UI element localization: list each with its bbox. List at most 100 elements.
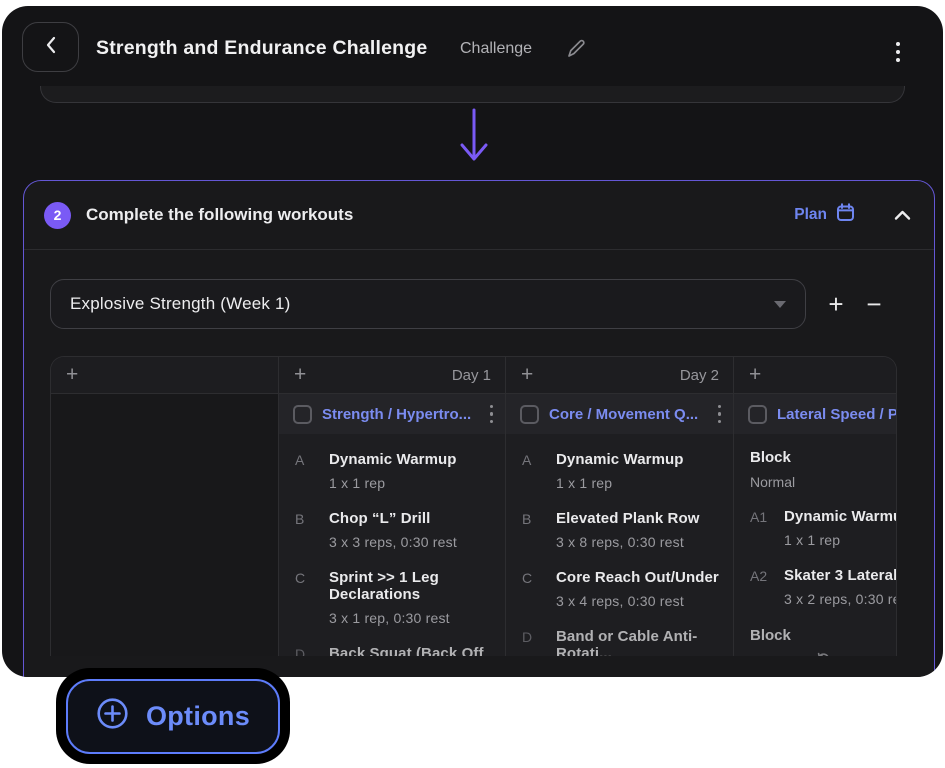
week-select-value: Explosive Strength (Week 1) (70, 294, 291, 314)
workout-checkbox[interactable] (748, 405, 767, 424)
exercise-name: Band or Cable Anti-Rotati... (556, 628, 721, 656)
add-workout-icon[interactable]: + (294, 364, 306, 385)
exercise-row[interactable]: B Chop “L” Drill 3 x 3 reps, 0:30 rest (279, 500, 505, 559)
plan-link[interactable]: Plan (794, 203, 855, 227)
grid-column-header: + (51, 357, 278, 394)
add-workout-icon[interactable]: + (749, 364, 761, 385)
exercise-detail: 1 x 1 rep (784, 532, 897, 548)
exercise-row[interactable]: A Dynamic Warmup 1 x 1 rep (279, 441, 505, 500)
exercise-tag: A2 (750, 567, 784, 607)
exercise-name: Dynamic Warmup (556, 451, 684, 468)
exercise-row[interactable]: C Core Reach Out/Under 3 x 4 reps, 0:30 … (506, 559, 733, 618)
options-button[interactable]: Options (66, 679, 280, 754)
grid-column-day2: + Day 2 Core / Movement Q... (506, 357, 734, 656)
empty-day-cell (51, 394, 278, 656)
plan-label: Plan (794, 206, 827, 224)
step-header: 2 Complete the following workouts Plan (24, 181, 934, 250)
exercise-tag: C (522, 569, 556, 609)
app-window: Strength and Endurance Challenge Challen… (2, 6, 943, 677)
step-number-badge: 2 (44, 202, 71, 229)
exercise-list: Block Normal A1 Dynamic Warmup 1 x 1 rep… (734, 434, 897, 656)
page-title: Strength and Endurance Challenge (96, 37, 427, 60)
add-week-button[interactable]: + (817, 284, 855, 324)
exercise-name: Dynamic Warmup (784, 508, 897, 525)
workout-checkbox[interactable] (293, 405, 312, 424)
exercise-tag: A1 (750, 508, 784, 548)
exercise-row[interactable]: D Back Squat (Back Off Set) 5 x 5 reps 0… (279, 635, 505, 656)
week-selector-row: Explosive Strength (Week 1) + − (50, 279, 934, 329)
workout-grid: + + Day 1 Strength / Hypertro... (50, 356, 897, 656)
exercise-row[interactable]: B Elevated Plank Row 3 x 8 reps, 0:30 re… (506, 500, 733, 559)
exercise-row[interactable]: C Sprint >> 1 Leg Declarations 3 x 1 rep… (279, 559, 505, 635)
block-label: Block (750, 627, 897, 644)
pencil-icon[interactable] (564, 37, 588, 66)
caret-down-icon (774, 301, 786, 308)
exercise-row[interactable]: A1 Dynamic Warmup 1 x 1 rep (734, 498, 897, 557)
block-type: Superset (750, 652, 897, 656)
exercise-detail: 3 x 4 reps, 0:30 rest (556, 593, 719, 609)
workout-checkbox[interactable] (520, 405, 539, 424)
exercise-name: Skater 3 Lateral Ho (784, 567, 897, 584)
top-bar: Strength and Endurance Challenge Challen… (2, 6, 943, 94)
exercise-row[interactable]: D Band or Cable Anti-Rotati... 5 x 5 rep… (506, 618, 733, 656)
add-workout-icon[interactable]: + (66, 364, 78, 385)
step-card: 2 Complete the following workouts Plan (23, 180, 935, 677)
week-select[interactable]: Explosive Strength (Week 1) (50, 279, 806, 329)
exercise-tag: C (295, 569, 329, 626)
workout-menu-icon[interactable] (718, 405, 722, 424)
exercise-detail: 1 x 1 rep (329, 475, 457, 491)
workout-title[interactable]: Lateral Speed / Ply (777, 406, 897, 423)
exercise-name: Back Squat (Back Off Set) (329, 645, 493, 656)
workout-card-day2[interactable]: Core / Movement Q... A Dynamic Warmup 1 … (506, 394, 733, 656)
exercise-tag: A (295, 451, 329, 491)
block-type: Normal (750, 474, 897, 490)
exercise-detail: 3 x 3 reps, 0:30 rest (329, 534, 457, 550)
flow-arrow-down-icon (457, 106, 491, 175)
step-title: Complete the following workouts (86, 205, 353, 225)
exercise-list: A Dynamic Warmup 1 x 1 rep B Chop “L” Dr… (279, 434, 505, 656)
chevron-left-icon (44, 34, 58, 61)
block-header: Block Normal (734, 438, 897, 498)
more-menu-icon[interactable] (896, 42, 900, 62)
exercise-name: Chop “L” Drill (329, 510, 457, 527)
workout-card-header: Strength / Hypertro... (279, 394, 505, 434)
options-button-label: Options (146, 701, 250, 732)
exercise-name: Core Reach Out/Under (556, 569, 719, 586)
add-workout-icon[interactable]: + (521, 364, 533, 385)
exercise-detail: 1 x 1 rep (556, 475, 684, 491)
exercise-list: A Dynamic Warmup 1 x 1 rep B Elevated Pl… (506, 434, 733, 656)
previous-step-card-edge (40, 86, 905, 103)
exercise-row[interactable]: A2 Skater 3 Lateral Ho 3 x 2 reps, 0:30 … (734, 557, 897, 616)
exercise-detail: 3 x 2 reps, 0:30 re (784, 591, 897, 607)
workout-card-day1[interactable]: Strength / Hypertro... A Dynamic Warmup … (279, 394, 505, 656)
block-label: Block (750, 449, 897, 466)
workout-menu-icon[interactable] (490, 405, 494, 424)
back-button[interactable] (22, 22, 79, 72)
grid-column-day3: + Lateral Speed / Ply Block Normal (734, 357, 897, 656)
options-button-highlight-ring: Options (56, 668, 290, 764)
workout-card-header: Core / Movement Q... (506, 394, 733, 434)
workout-card-day3[interactable]: Lateral Speed / Ply Block Normal A1 Dyna… (734, 394, 897, 656)
exercise-tag: D (295, 645, 329, 656)
step-body: Explosive Strength (Week 1) + − + (24, 250, 934, 656)
grid-column-unassigned: + (51, 357, 279, 656)
exercise-detail: 3 x 8 reps, 0:30 rest (556, 534, 700, 550)
collapse-section-button[interactable] (893, 209, 912, 221)
remove-week-button[interactable]: − (855, 284, 893, 324)
page-type-label: Challenge (460, 40, 532, 58)
day-label: Day 1 (452, 367, 491, 384)
grid-column-header: + (734, 357, 897, 394)
calendar-icon (836, 203, 855, 227)
exercise-detail: 3 x 1 rep, 0:30 rest (329, 610, 493, 626)
exercise-tag: A (522, 451, 556, 491)
exercise-name: Sprint >> 1 Leg Declarations (329, 569, 493, 603)
exercise-tag: B (522, 510, 556, 550)
exercise-name: Elevated Plank Row (556, 510, 700, 527)
exercise-row[interactable]: A Dynamic Warmup 1 x 1 rep (506, 441, 733, 500)
exercise-tag: D (522, 628, 556, 656)
workout-card-header: Lateral Speed / Ply (734, 394, 897, 434)
workout-title[interactable]: Core / Movement Q... (549, 406, 708, 423)
workout-title[interactable]: Strength / Hypertro... (322, 406, 480, 423)
cycle-icon (815, 652, 832, 656)
grid-column-header: + Day 1 (279, 357, 505, 394)
